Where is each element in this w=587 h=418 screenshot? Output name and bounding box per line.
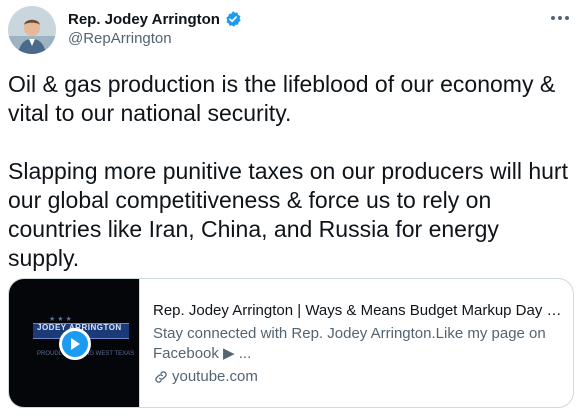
verified-badge-icon — [224, 10, 242, 28]
card-description: Stay connected with Rep. Jodey Arrington… — [153, 325, 546, 362]
tweet-paragraph-2: Slapping more punitive taxes on our prod… — [8, 158, 568, 271]
card-domain[interactable]: youtube.com — [153, 367, 561, 387]
display-name[interactable]: Rep. Jodey Arrington — [68, 11, 220, 28]
handle[interactable]: @RepArrington — [68, 30, 172, 47]
link-preview-card[interactable]: ★ ★ ★ JODEY ARRINGTON PROUDLY SERVING WE… — [8, 278, 574, 408]
avatar[interactable] — [8, 6, 56, 54]
card-domain-text: youtube.com — [172, 368, 258, 385]
video-thumbnail[interactable]: ★ ★ ★ JODEY ARRINGTON PROUDLY SERVING WE… — [9, 279, 140, 407]
play-icon[interactable] — [59, 328, 91, 360]
tweet-text: Oil & gas production is the lifeblood of… — [8, 70, 574, 273]
card-title[interactable]: Rep. Jodey Arrington | Ways & Means Budg… — [153, 301, 563, 321]
tweet-paragraph-1: Oil & gas production is the lifeblood of… — [8, 71, 556, 126]
thumbnail-top-text: ★ ★ ★ — [49, 316, 72, 323]
more-options-icon[interactable] — [545, 6, 575, 30]
link-icon — [153, 369, 169, 385]
